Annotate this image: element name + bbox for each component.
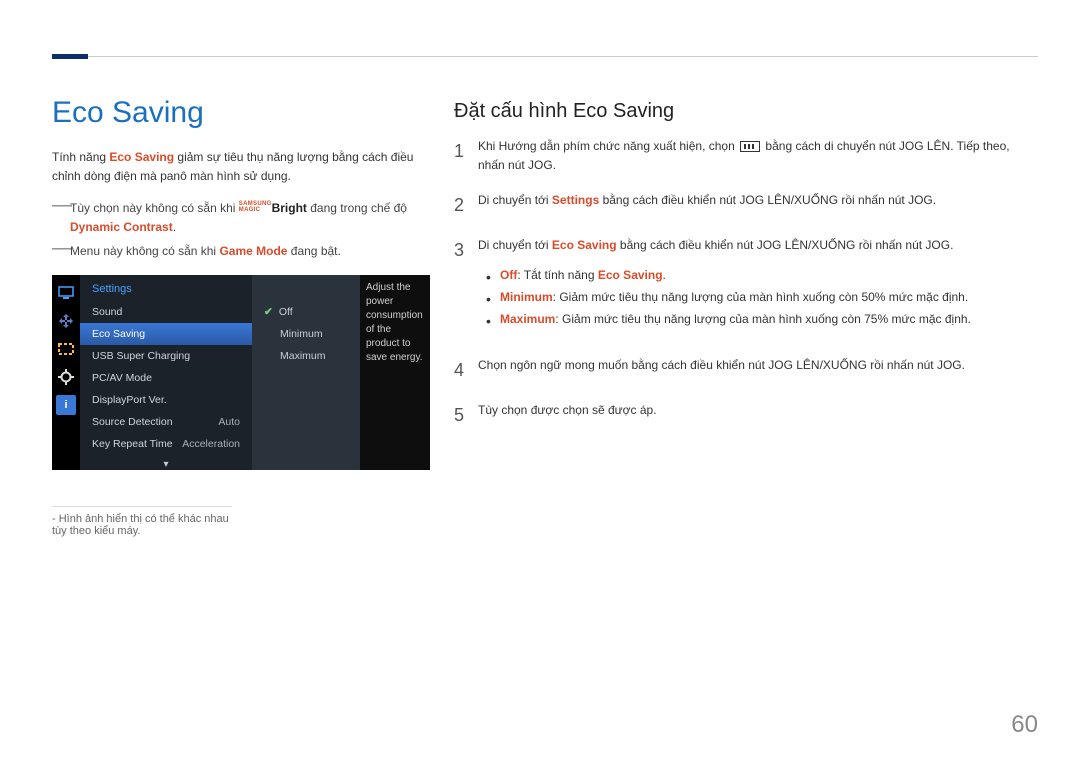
bullet-item: Off: Tắt tính năng Eco Saving.: [486, 265, 1038, 287]
off-kw: Off: [500, 268, 517, 282]
b1-mid: : Tắt tính năng: [517, 268, 598, 282]
frame-icon: [56, 339, 76, 359]
note2-tail: đang bật.: [287, 244, 340, 258]
note-row: ― Tùy chọn này không có sẵn khi SAMSUNGM…: [52, 199, 430, 236]
osd-main-list: Settings Sound Eco Saving USB Super Char…: [80, 275, 252, 470]
footnote-text: Hình ảnh hiển thị có thể khác nhau tùy t…: [52, 513, 229, 537]
step-row: 3 Di chuyển tới Eco Saving bằng cách điề…: [454, 236, 1038, 340]
b3-text: : Giảm mức tiêu thụ năng lượng của màn h…: [555, 312, 971, 326]
osd-header: Settings: [80, 279, 252, 301]
step-row: 2 Di chuyển tới Settings bằng cách điều …: [454, 191, 1038, 220]
step1-text-a: Khi Hướng dẫn phím chức năng xuất hiện, …: [478, 139, 738, 153]
minimum-kw: Minimum: [500, 290, 553, 304]
step-row: 1 Khi Hướng dẫn phím chức năng xuất hiện…: [454, 137, 1038, 175]
samsung-magic-label: SAMSUNGMAGIC: [239, 201, 272, 213]
osd-sub-item: ✔Off: [252, 301, 360, 323]
steps-list: 1 Khi Hướng dẫn phím chức năng xuất hiện…: [454, 137, 1038, 430]
step4-text: Chọn ngôn ngữ mong muốn bằng cách điều k…: [478, 356, 1038, 385]
bullet-item: Maximum: Giảm mức tiêu thụ năng lượng củ…: [486, 309, 1038, 331]
osd-sub-item: Maximum: [252, 345, 360, 367]
chevron-down-icon: ▾: [80, 455, 252, 470]
step5-text: Tùy chọn được chọn sẽ được áp.: [478, 401, 1038, 430]
intro-paragraph: Tính năng Eco Saving giảm sự tiêu thụ nă…: [52, 148, 430, 185]
eco-saving-kw: Eco Saving: [109, 150, 174, 164]
step-number: 4: [454, 356, 478, 385]
osd-footnote: - Hình ảnh hiển thị có thể khác nhau tùy…: [52, 506, 232, 537]
options-bullets: Off: Tắt tính năng Eco Saving. Minimum: …: [486, 265, 1038, 330]
note1-end: .: [173, 220, 176, 234]
info-icon: i: [56, 395, 76, 415]
osd-item: PC/AV Mode: [80, 367, 252, 389]
b2-text: : Giảm mức tiêu thụ năng lượng của màn h…: [553, 290, 969, 304]
right-column: Đặt cấu hình Eco Saving 1 Khi Hướng dẫn …: [454, 100, 1038, 446]
header-rule: [52, 56, 1038, 57]
osd-item: Key Repeat TimeAcceleration: [80, 433, 252, 455]
gear-icon: [56, 367, 76, 387]
bullet-item: Minimum: Giảm mức tiêu thụ năng lượng củ…: [486, 287, 1038, 309]
bright-kw: Bright: [272, 201, 307, 215]
menu-icon: [740, 141, 760, 152]
osd-sub-item: Minimum: [252, 323, 360, 345]
left-column: Eco Saving Tính năng Eco Saving giảm sự …: [52, 96, 430, 537]
footnote-dash: -: [52, 513, 56, 525]
osd-sub-list: ✔Off Minimum Maximum: [252, 275, 360, 470]
note1-lead: Tùy chọn này không có sẵn khi: [70, 201, 239, 215]
step-number: 5: [454, 401, 478, 430]
step3-text-b: bằng cách điều khiển nút JOG LÊN/XUỐNG r…: [617, 238, 954, 252]
monitor-icon: [56, 283, 76, 303]
maximum-kw: Maximum: [500, 312, 555, 326]
osd-item-selected: Eco Saving: [80, 323, 252, 345]
b1-end: .: [663, 268, 666, 282]
step-row: 5 Tùy chọn được chọn sẽ được áp.: [454, 401, 1038, 430]
step-number: 2: [454, 191, 478, 220]
eco-saving-kw-off: Eco Saving: [598, 268, 663, 282]
notes-block: ― Tùy chọn này không có sẵn khi SAMSUNGM…: [52, 199, 430, 261]
osd-item: Sound: [80, 301, 252, 323]
step-number: 1: [454, 137, 478, 175]
osd-item: Source DetectionAuto: [80, 411, 252, 433]
page-title: Eco Saving: [52, 96, 430, 130]
osd-screenshot: i Settings Sound Eco Saving USB Super Ch…: [52, 275, 430, 470]
osd-description: Adjust the power consumption of the prod…: [360, 275, 430, 470]
check-icon: ✔: [264, 306, 273, 318]
note-row: ― Menu này không có sẵn khi Game Mode đa…: [52, 242, 430, 261]
osd-icon-rail: i: [52, 275, 80, 470]
step2-text-b: bằng cách điều khiển nút JOG LÊN/XUỐNG r…: [599, 193, 936, 207]
arrows-icon: [56, 311, 76, 331]
section-title: Đặt cấu hình Eco Saving: [454, 100, 1038, 123]
note2-lead: Menu này không có sẵn khi: [70, 244, 219, 258]
page-number: 60: [1011, 711, 1038, 739]
note-dash-icon: ―: [52, 199, 70, 236]
intro-text-1: Tính năng: [52, 150, 109, 164]
step2-text-a: Di chuyển tới: [478, 193, 552, 207]
step3-text-a: Di chuyển tới: [478, 238, 552, 252]
note-dash-icon: ―: [52, 242, 70, 261]
step-number: 3: [454, 236, 478, 340]
osd-item: DisplayPort Ver.: [80, 389, 252, 411]
eco-saving-kw-step: Eco Saving: [552, 238, 617, 252]
step-row: 4 Chọn ngôn ngữ mong muốn bằng cách điều…: [454, 356, 1038, 385]
note1-tail: đang trong chế độ: [307, 201, 407, 215]
game-mode-kw: Game Mode: [219, 244, 287, 258]
dynamic-contrast-kw: Dynamic Contrast: [70, 220, 173, 234]
osd-item: USB Super Charging: [80, 345, 252, 367]
settings-kw: Settings: [552, 193, 599, 207]
